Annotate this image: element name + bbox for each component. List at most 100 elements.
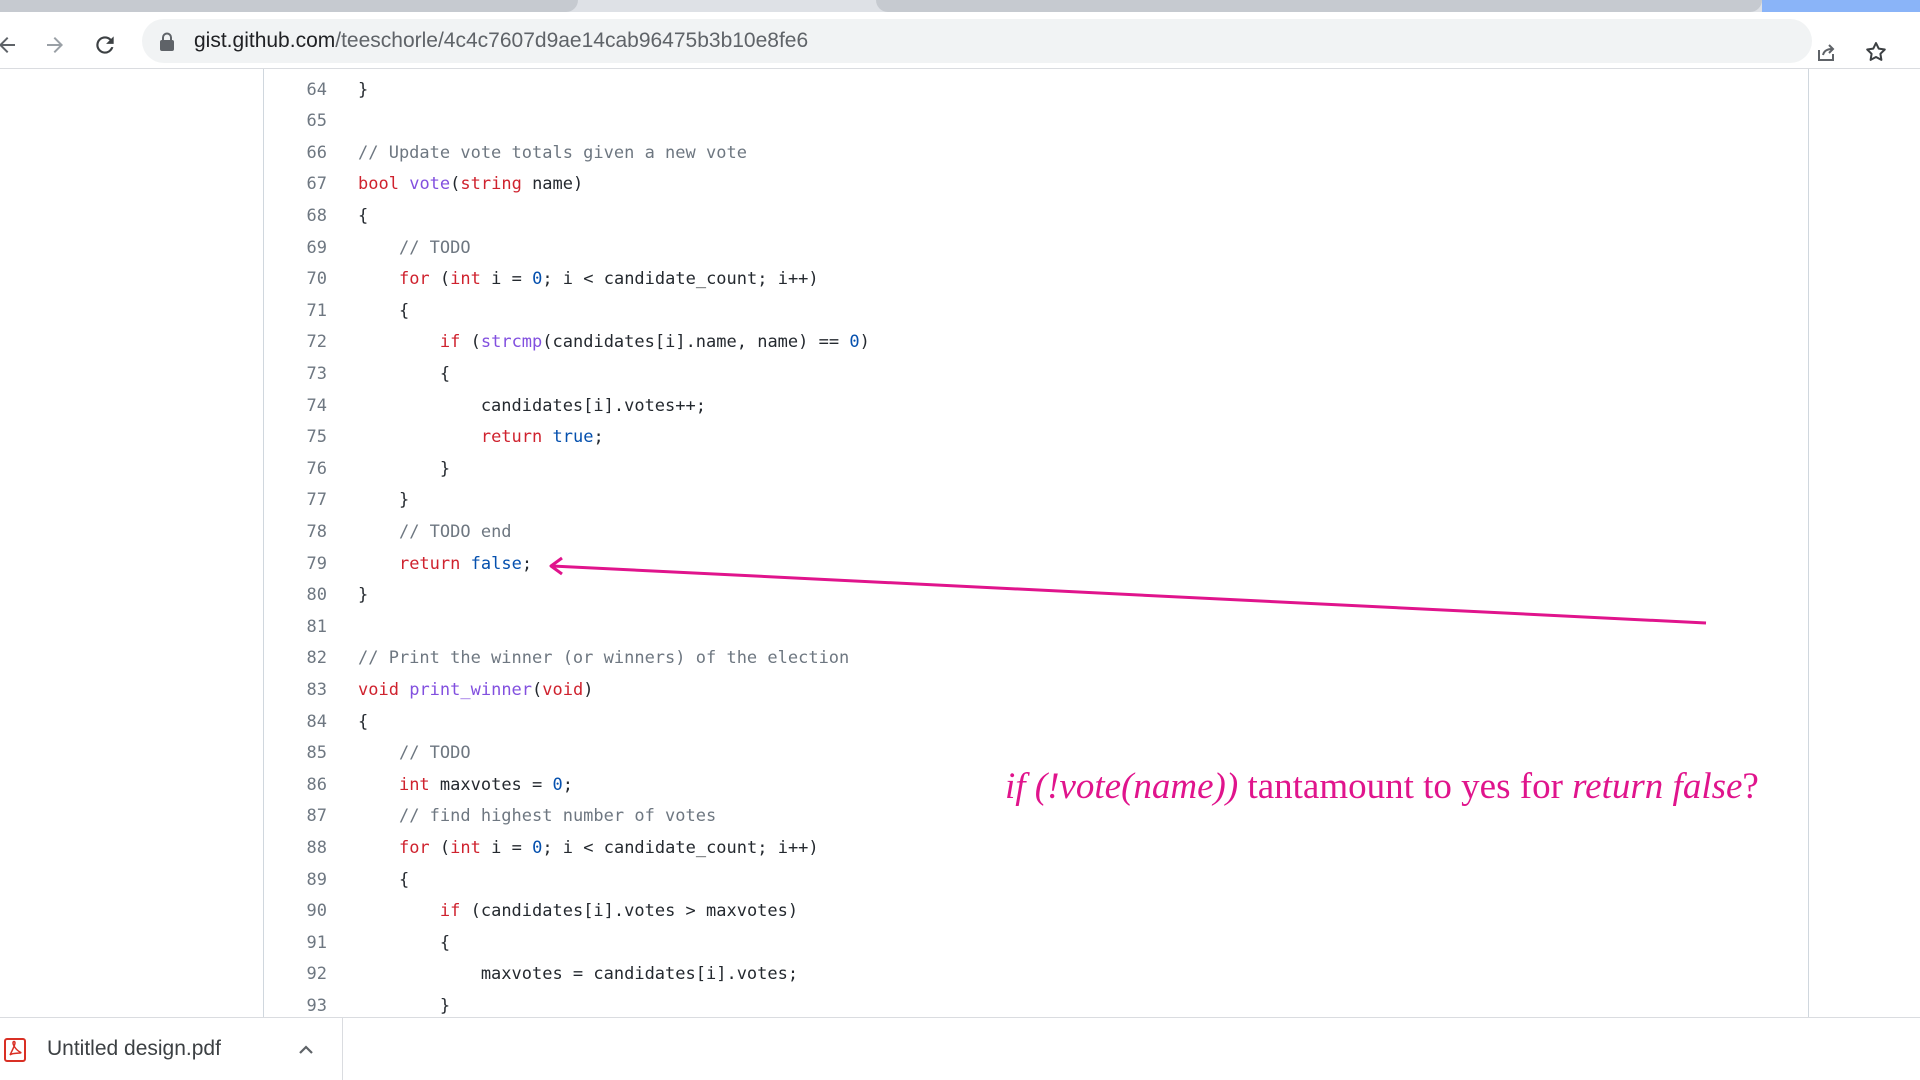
annotation-end: ? (1742, 766, 1759, 807)
line-number[interactable]: 78 (264, 517, 327, 549)
pdf-file-icon (4, 1038, 26, 1062)
gist-code-panel: 63 print_winner();64}6566// Update vote … (263, 69, 1809, 1017)
code-text: // TODO end (398, 522, 512, 542)
line-number[interactable]: 73 (264, 359, 327, 391)
code-text: } (358, 79, 369, 100)
code-line: 92 maxvotes = candidates[i].votes; (264, 959, 1804, 991)
code-line: 79 return false; (264, 549, 1804, 581)
code-line: 74 candidates[i].votes++; (264, 391, 1804, 423)
line-number[interactable]: 68 (264, 201, 327, 233)
line-number[interactable]: 77 (264, 485, 327, 517)
code-text: } (358, 585, 369, 606)
annotation-code-1: if (!vote(name)) (1005, 766, 1239, 807)
chevron-up-icon[interactable] (294, 1040, 318, 1060)
code-text: int maxvotes = 0; (398, 774, 573, 795)
code-text: candidates[i].votes++; (358, 395, 706, 416)
code-line: 66 // Update vote totals given a new vote (264, 138, 1804, 170)
url-path: /teeschorle/4c4c7607d9ae14cab96475b3b10e… (335, 29, 809, 52)
line-number[interactable]: 90 (264, 896, 327, 928)
code-text: // find highest number of votes (398, 806, 717, 827)
line-number[interactable]: 81 (264, 612, 327, 644)
line-number[interactable]: 85 (264, 738, 327, 770)
code-text: if (candidates[i].votes > maxvotes) (439, 901, 799, 922)
line-number[interactable]: 72 (264, 327, 327, 359)
share-icon[interactable] (1812, 38, 1840, 66)
url-text[interactable]: gist.github.com/teeschorle/4c4c7607d9ae1… (194, 29, 808, 53)
code-line: 80} (264, 580, 1804, 612)
code-line: 75 return true; (264, 422, 1804, 454)
code-line: 71 { (264, 296, 1804, 328)
code-line: 67 bool vote(string name) (264, 169, 1804, 201)
code-line: 68 { (264, 201, 1804, 233)
code-line: 73 { (264, 359, 1804, 391)
code-text: } (358, 490, 410, 511)
code-line: 69 // TODO (264, 233, 1804, 265)
line-number[interactable]: 83 (264, 675, 327, 707)
line-number[interactable]: 79 (264, 549, 327, 581)
code-text: // TODO (398, 743, 471, 764)
line-number[interactable]: 88 (264, 833, 327, 865)
line-number[interactable]: 84 (264, 707, 327, 739)
code-text: // TODO (398, 237, 471, 258)
code-text: { (358, 364, 451, 384)
code-text: { (358, 869, 410, 890)
reload-icon[interactable] (90, 30, 120, 60)
code-line: 88 for (int i = 0; i < candidate_count; … (264, 833, 1804, 865)
browser-tab[interactable] (0, 0, 578, 12)
annotation-code-2: return false (1572, 766, 1743, 807)
code-line: 81 (264, 612, 1804, 644)
back-arrow-icon[interactable] (0, 30, 22, 60)
browser-tab-active[interactable] (876, 0, 1762, 12)
code-text: for (int i = 0; i < candidate_count; i++… (398, 269, 819, 290)
annotation-text: if (!vote(name)) tantamount to yes for r… (1005, 765, 1759, 808)
code-line: 64} (264, 75, 1804, 107)
code-line: 78 // TODO end (264, 517, 1804, 549)
code-text: for (int i = 0; i < candidate_count; i++… (398, 838, 819, 858)
code-text: if (strcmp(candidates[i].name, name) == … (439, 332, 870, 353)
line-number[interactable]: 65 (264, 106, 327, 138)
line-number[interactable]: 82 (264, 643, 327, 675)
download-item[interactable]: Untitled design.pdf (0, 1018, 343, 1080)
line-number[interactable]: 91 (264, 928, 327, 960)
line-number[interactable]: 93 (264, 991, 327, 1017)
line-number[interactable]: 80 (264, 580, 327, 612)
code-text: } (358, 996, 451, 1016)
url-host: gist.github.com (194, 29, 336, 52)
line-number[interactable]: 67 (264, 169, 327, 201)
code-text: maxvotes = candidates[i].votes; (358, 964, 799, 985)
profile-avatar[interactable] (1762, 0, 1920, 12)
line-number[interactable]: 64 (264, 75, 327, 107)
code-text: return true; (480, 427, 604, 448)
line-number[interactable]: 89 (264, 865, 327, 897)
forward-arrow-icon[interactable] (40, 30, 70, 60)
annotation-middle: tantamount to yes for (1238, 766, 1573, 807)
lock-icon[interactable] (159, 32, 175, 57)
code-text: // Print the winner (or winners) of the … (358, 648, 850, 669)
line-number[interactable]: 69 (264, 233, 327, 265)
code-line: 84 { (264, 707, 1804, 739)
code-text: } (358, 458, 451, 479)
line-number[interactable]: 70 (264, 264, 327, 296)
line-number[interactable]: 86 (264, 770, 327, 802)
code-line: 91 { (264, 928, 1804, 960)
address-bar[interactable]: gist.github.com/teeschorle/4c4c7607d9ae1… (142, 19, 1812, 63)
code-text: { (358, 206, 369, 226)
line-number[interactable]: 76 (264, 454, 327, 486)
code-line: 76 } (264, 454, 1804, 486)
code-text: { (358, 711, 369, 732)
line-number[interactable]: 92 (264, 959, 327, 991)
code-line: 83 void print_winner(void) (264, 675, 1804, 707)
code-text: { (358, 300, 410, 321)
download-file-name: Untitled design.pdf (47, 1037, 221, 1060)
code-line: 72 if (strcmp(candidates[i].name, name) … (264, 327, 1804, 359)
line-number[interactable]: 66 (264, 138, 327, 170)
line-number[interactable]: 87 (264, 801, 327, 833)
bookmark-star-icon[interactable] (1862, 38, 1890, 66)
line-number[interactable]: 71 (264, 296, 327, 328)
download-bar: Untitled design.pdf (0, 1017, 1920, 1080)
code-text: // Update vote totals given a new vote (358, 142, 747, 163)
code-line: 90 if (candidates[i].votes > maxvotes) (264, 896, 1804, 928)
line-number[interactable]: 74 (264, 391, 327, 423)
code-line: 70 for (int i = 0; i < candidate_count; … (264, 264, 1804, 296)
line-number[interactable]: 75 (264, 422, 327, 454)
